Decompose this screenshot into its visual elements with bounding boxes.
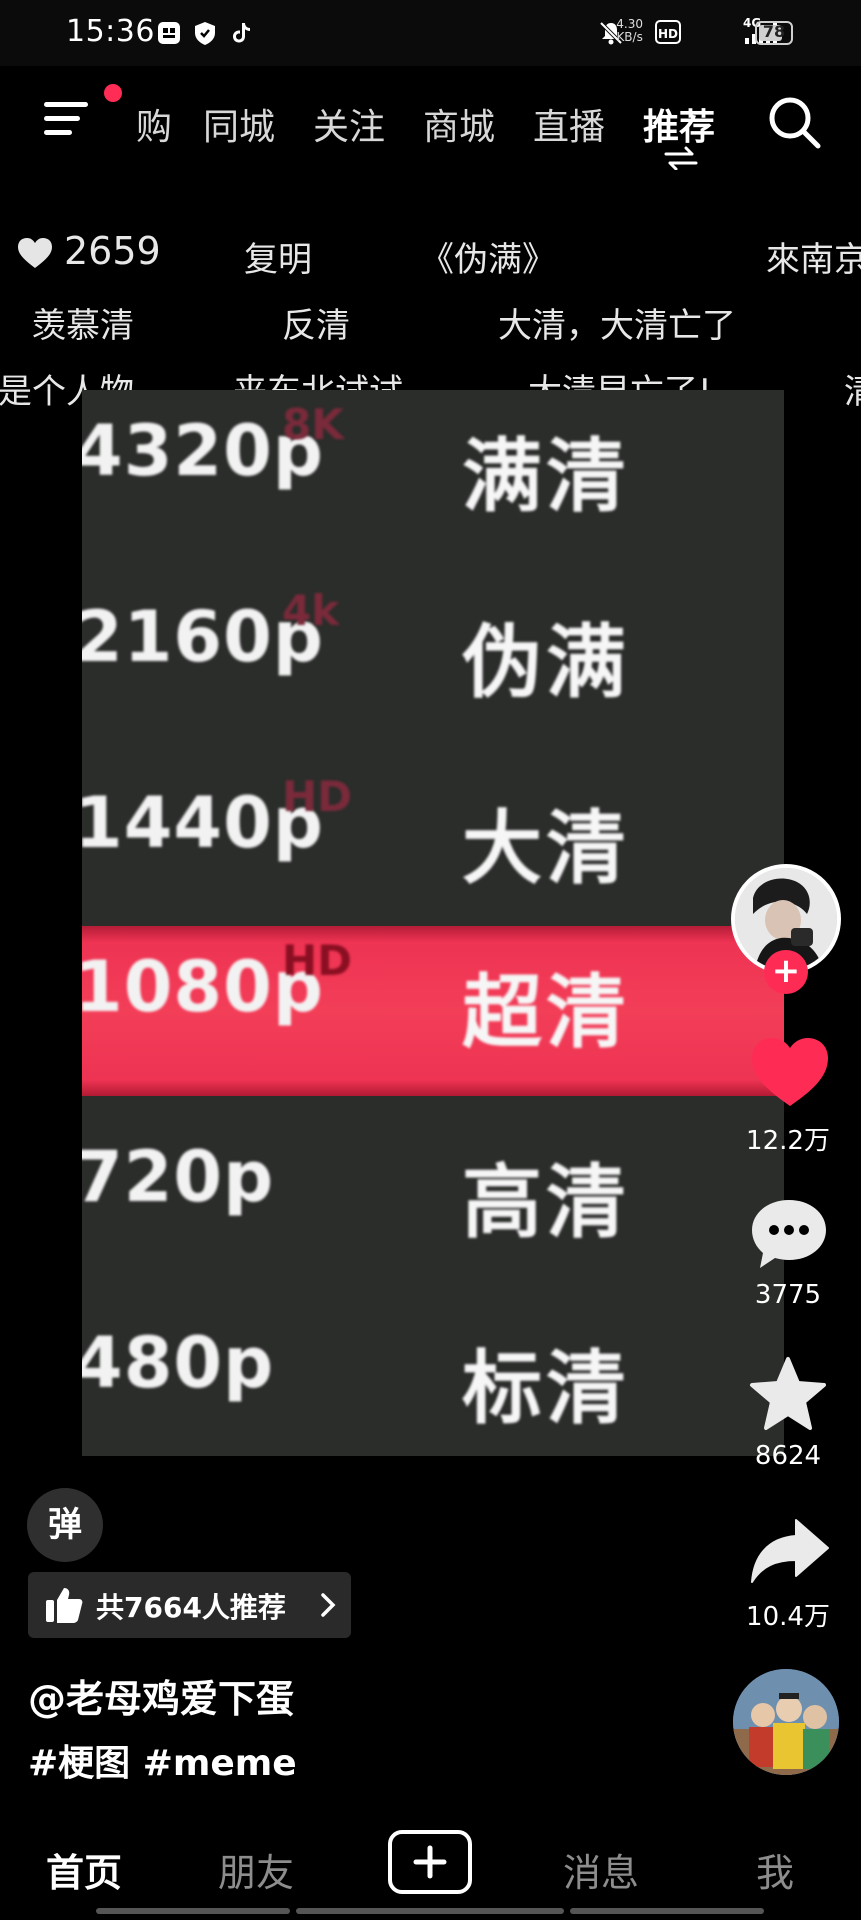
quality-label: 超清 <box>462 966 630 1059</box>
quality-badge: HD <box>282 936 353 985</box>
network-speed: 4.30 KB/s <box>616 17 643 44</box>
nav-home[interactable]: 首页 <box>46 1842 122 1897</box>
like-count: 12.2万 <box>746 1126 830 1156</box>
resolution-value: 720p <box>82 1136 275 1218</box>
danmaku-item: 反清 <box>282 306 350 346</box>
shield-icon <box>195 22 215 45</box>
danmaku-item: 羡慕清 <box>32 306 134 346</box>
share-icon[interactable] <box>748 1516 830 1586</box>
quality-label: 满清 <box>462 430 630 523</box>
quality-label: 标清 <box>462 1342 630 1435</box>
app-notification-icon <box>158 22 180 44</box>
tiktok-icon <box>233 23 250 43</box>
nav-me[interactable]: 我 <box>756 1842 794 1897</box>
quality-label: 高清 <box>462 1156 630 1249</box>
meme-image[interactable]: 4320p 8K 满清 2160p 4k 伪满 1440p HD 大清 1080p HD 超清 720p… <box>82 390 784 1456</box>
search-icon[interactable] <box>766 94 822 150</box>
danmaku-item: 复明 <box>244 240 312 280</box>
tab-mall[interactable]: 商城 <box>423 98 495 150</box>
quality-badge: 8K <box>282 400 344 449</box>
create-button[interactable] <box>388 1830 472 1894</box>
favorite-count: 8624 <box>754 1441 822 1471</box>
nav-messages[interactable]: 消息 <box>563 1842 639 1897</box>
thumbs-up-icon <box>46 1588 83 1623</box>
battery-percent: 78 <box>762 22 786 41</box>
danmaku-toggle-button[interactable]: 弹 <box>27 1488 103 1562</box>
resolution-row: 480p 标清 <box>82 1302 784 1456</box>
tab-live[interactable]: 直播 <box>533 98 605 150</box>
chevron-right-icon <box>321 1593 336 1617</box>
heart-icon <box>18 238 52 268</box>
favorite-star-icon[interactable] <box>748 1356 828 1432</box>
share-count: 10.4万 <box>746 1602 830 1632</box>
danmaku-item: 清 <box>844 364 861 413</box>
like-heart-icon[interactable] <box>748 1034 832 1110</box>
tab-recommend[interactable]: 推荐 <box>643 98 715 150</box>
gesture-bar <box>570 1908 764 1914</box>
recommend-text: 共7664人推荐 <box>96 1591 286 1624</box>
comment-icon[interactable] <box>748 1196 830 1272</box>
quality-label: 大清 <box>462 802 630 895</box>
nav-friends[interactable]: 朋友 <box>218 1842 294 1897</box>
resolution-value: 480p <box>82 1322 275 1404</box>
recommend-bar[interactable]: 共7664人推荐 <box>28 1572 351 1638</box>
music-disc[interactable] <box>733 1669 839 1775</box>
music-cover-photo <box>733 1669 839 1775</box>
battery-indicator: 78 <box>755 21 793 45</box>
tab-shopping[interactable]: 购 <box>126 98 172 150</box>
quality-label: 伪满 <box>462 616 630 709</box>
comment-count: 3775 <box>754 1280 822 1310</box>
resolution-row: 720p 高清 <box>82 1116 784 1286</box>
resolution-row: 1080p HD 超清 <box>82 926 784 1096</box>
danmaku-like-count: 2659 <box>64 229 161 273</box>
resolution-row: 1440p HD 大清 <box>82 762 784 932</box>
gesture-bar <box>96 1908 290 1914</box>
quality-badge: 4k <box>282 586 340 635</box>
danmaku-item: 來南京 <box>766 240 861 280</box>
danmaku-item: 大清，大清亡了 <box>498 306 736 346</box>
tab-following[interactable]: 关注 <box>313 98 385 150</box>
hashtags[interactable]: #梗图 #meme <box>28 1734 297 1786</box>
danmaku-item: 《伪满》 <box>420 240 556 280</box>
tab-nearby[interactable]: 同城 <box>203 98 275 150</box>
resolution-row: 2160p 4k 伪满 <box>82 576 784 746</box>
switch-arrows-icon[interactable] <box>664 146 698 170</box>
menu-icon[interactable] <box>40 96 92 142</box>
gesture-bar <box>296 1908 564 1914</box>
follow-button[interactable]: + <box>764 950 808 994</box>
resolution-row: 4320p 8K 满清 <box>82 390 784 560</box>
notification-dot <box>104 84 122 102</box>
hd-volte-badge: HD <box>655 20 681 44</box>
plus-icon <box>413 1845 447 1879</box>
status-time: 15:36 <box>66 14 155 49</box>
quality-badge: HD <box>282 772 353 821</box>
author-name[interactable]: @老母鸡爱下蛋 <box>28 1668 294 1723</box>
